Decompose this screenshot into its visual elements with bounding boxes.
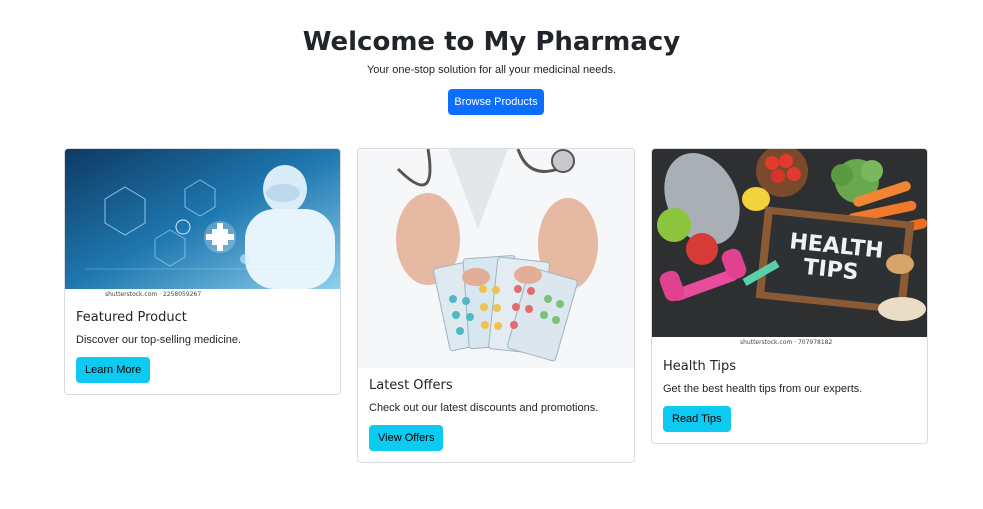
card-body: Featured Product Discover our top-sellin… bbox=[65, 300, 340, 394]
card-title: Featured Product bbox=[76, 310, 187, 325]
page-subtitle: Your one-stop solution for all your medi… bbox=[366, 64, 617, 76]
featured-product-image: shutterstock.com · 2258059267 bbox=[65, 149, 340, 300]
card-text: Get the best health tips from our expert… bbox=[663, 383, 863, 395]
card-title: Latest Offers bbox=[369, 378, 453, 393]
page-title: Welcome to My Pharmacy bbox=[302, 27, 681, 57]
card-text: Check out our latest discounts and promo… bbox=[369, 402, 599, 414]
image-credit: shutterstock.com · 2258059267 bbox=[105, 291, 202, 298]
read-tips-button[interactable]: Read Tips bbox=[663, 406, 731, 432]
health-tips-card: HEALTH TIPS shutterstock.com · 707978182… bbox=[651, 148, 928, 444]
card-text: Discover our top-selling medicine. bbox=[76, 334, 242, 346]
card-body: Health Tips Get the best health tips fro… bbox=[652, 349, 927, 443]
card-title: Health Tips bbox=[663, 359, 736, 374]
browse-products-button[interactable]: Browse Products bbox=[448, 89, 544, 115]
learn-more-button[interactable]: Learn More bbox=[76, 357, 151, 383]
image-credit: shutterstock.com · 707978182 bbox=[740, 339, 833, 346]
featured-product-card: shutterstock.com · 2258059267 Featured P… bbox=[64, 148, 341, 395]
latest-offers-image bbox=[358, 149, 634, 368]
card-body: Latest Offers Check out our latest disco… bbox=[358, 368, 634, 462]
health-tips-image: HEALTH TIPS shutterstock.com · 707978182 bbox=[652, 149, 927, 349]
latest-offers-card: Latest Offers Check out our latest disco… bbox=[357, 148, 635, 463]
view-offers-button[interactable]: View Offers bbox=[369, 425, 444, 451]
